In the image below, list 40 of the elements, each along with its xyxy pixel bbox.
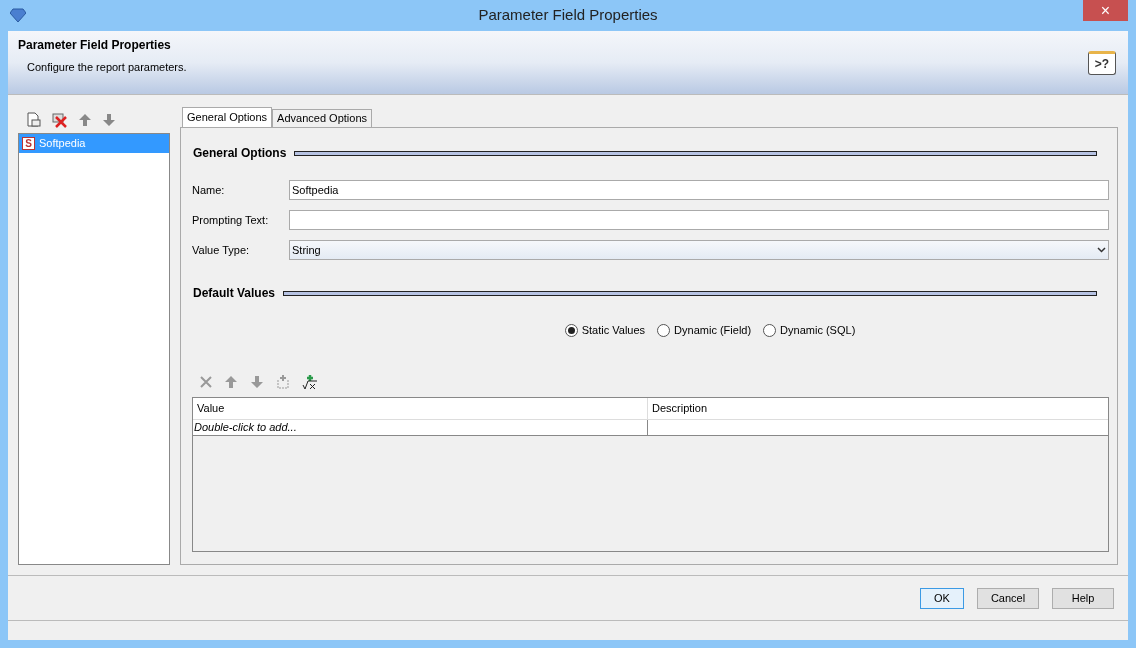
dialog-button[interactable]: Help (1052, 587, 1114, 609)
down-arrow-icon[interactable] (102, 113, 116, 127)
value-type-dropdown[interactable]: String (289, 240, 1109, 260)
up-arrow-icon[interactable] (78, 113, 92, 127)
parameter-label: Softpedia (39, 136, 86, 152)
radio-option[interactable]: Dynamic (SQL) (763, 322, 856, 339)
insert-icon[interactable] (276, 373, 290, 390)
formula-add-icon[interactable] (302, 373, 318, 390)
window-title: Parameter Field Properties (478, 5, 658, 26)
field-label: Name: (192, 182, 226, 198)
chevron-down-icon (1097, 247, 1106, 253)
radio-button[interactable] (564, 323, 578, 337)
delete-icon[interactable] (200, 375, 212, 388)
radio-option[interactable]: Static Values (564, 322, 646, 339)
tab[interactable]: General Options (182, 107, 273, 127)
dialog-button[interactable]: Cancel (977, 587, 1039, 609)
text-field[interactable] (289, 210, 1109, 230)
tab[interactable]: Advanced Options (272, 109, 372, 127)
section-heading: Default Values (193, 285, 276, 302)
delete-icon[interactable] (52, 112, 68, 128)
radio-option[interactable]: Dynamic (Field) (657, 322, 752, 339)
field-label: Value Type: (192, 242, 251, 258)
section-heading: General Options (193, 145, 287, 162)
column-header[interactable]: Description (648, 397, 1108, 419)
header-title: Parameter Field Properties (18, 37, 171, 54)
string-type-icon: S (22, 137, 35, 150)
close-button[interactable]: × (1083, 0, 1128, 21)
up-arrow-icon[interactable] (224, 374, 238, 389)
help-context-button[interactable]: >? (1088, 51, 1116, 75)
dialog-button[interactable]: OK (920, 587, 964, 609)
app-logo-icon (10, 8, 26, 22)
radio-button[interactable] (763, 323, 777, 337)
new-document-icon[interactable] (26, 112, 42, 128)
column-header[interactable]: Value (193, 397, 648, 419)
field-label: Prompting Text: (192, 212, 270, 228)
down-arrow-icon[interactable] (250, 374, 264, 389)
radio-button[interactable] (657, 323, 671, 337)
parameter-item[interactable]: S Softpedia (19, 134, 169, 153)
header-subtitle: Configure the report parameters. (27, 60, 187, 75)
text-field[interactable]: Softpedia (289, 180, 1109, 200)
